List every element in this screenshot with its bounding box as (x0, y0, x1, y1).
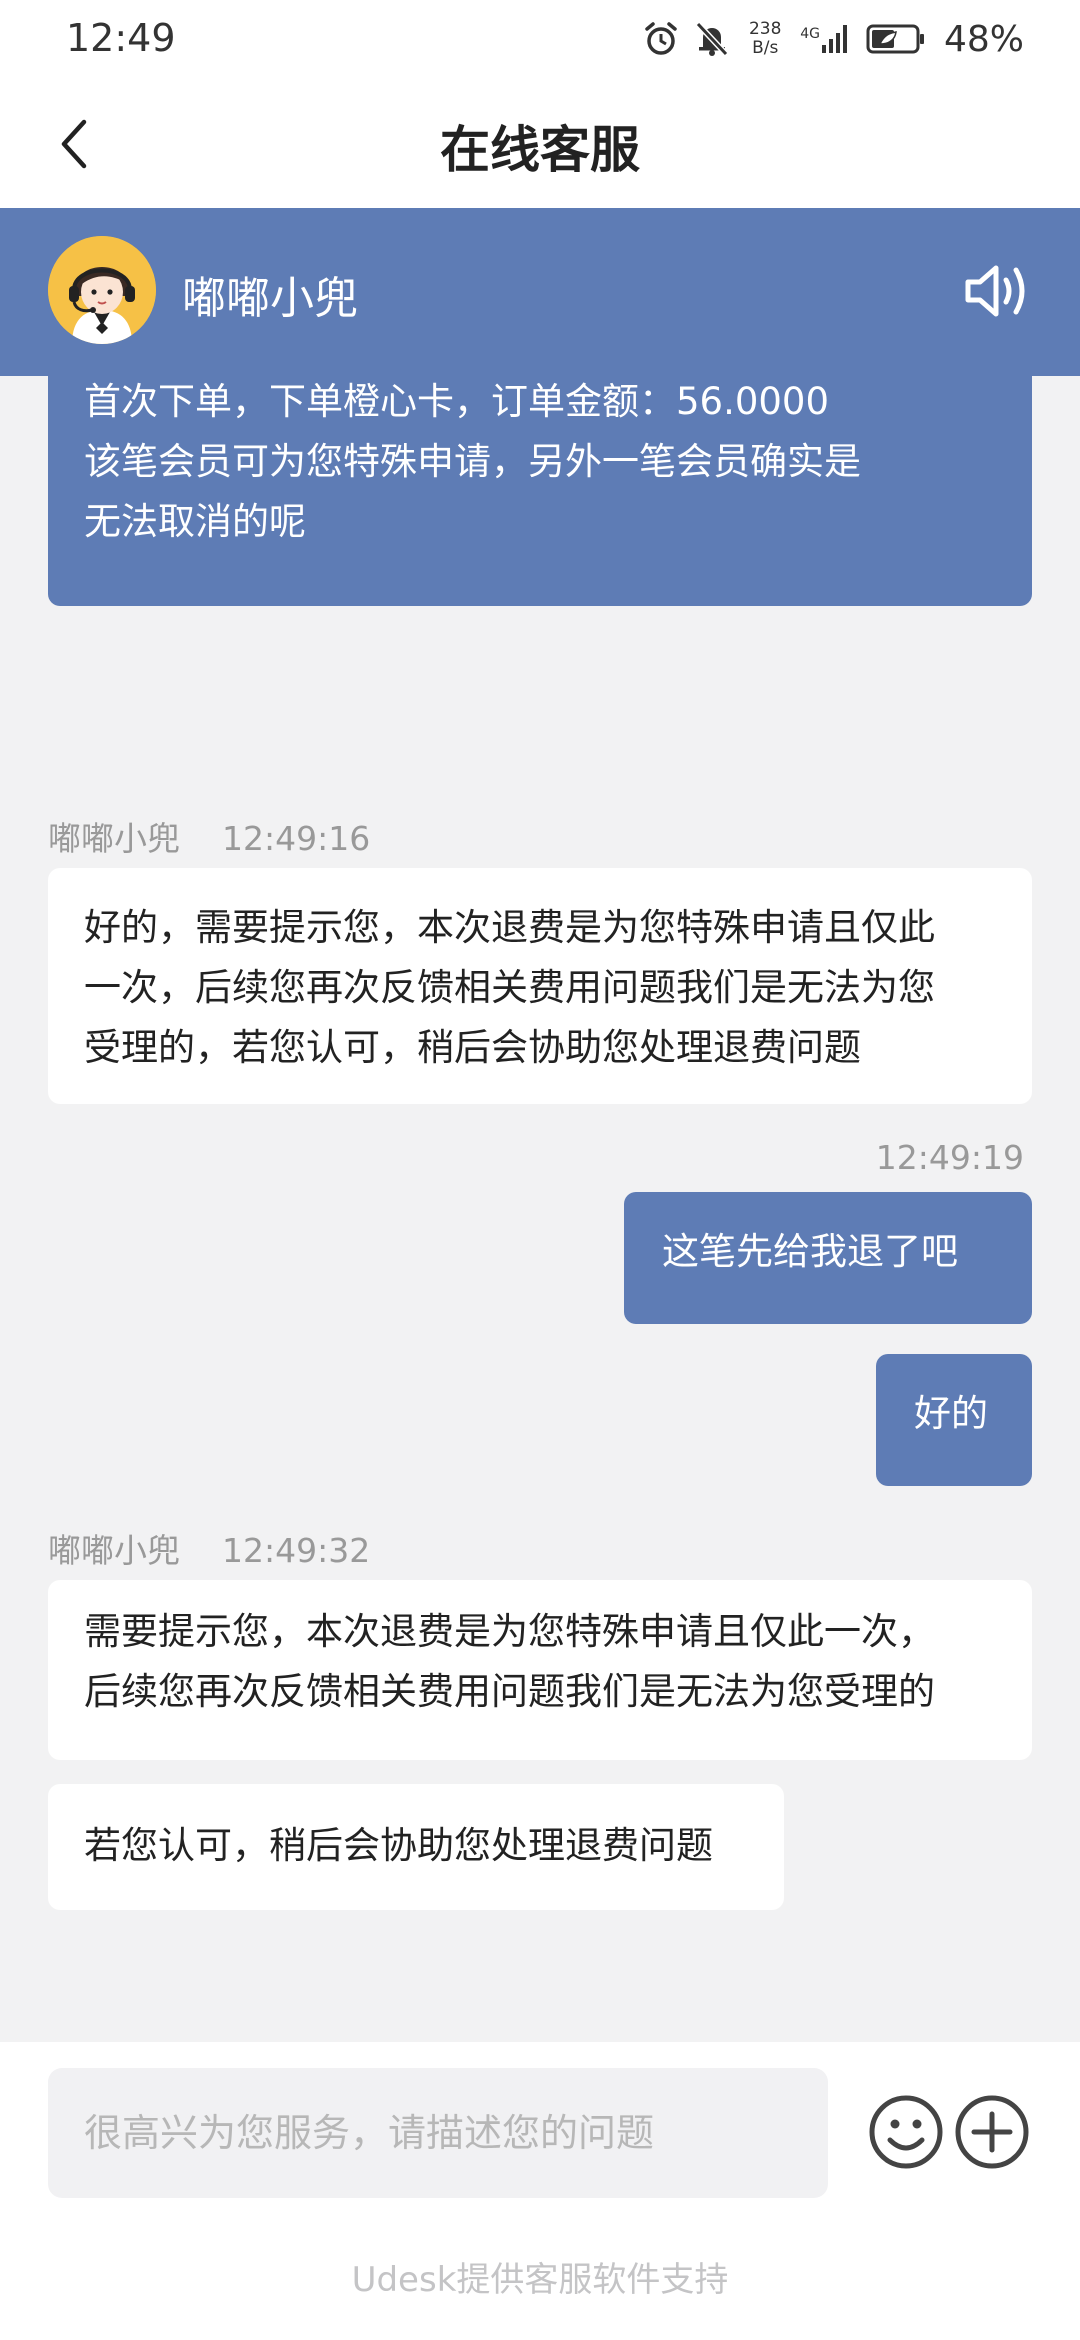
agent-name: 嘟嘟小兜 (182, 273, 358, 324)
agent-message-bubble: 首次下单，下单橙心卡，订单金额：56.0000 该笔会员可为您特殊申请，另外一笔… (48, 376, 1032, 606)
message-line: 首次下单，下单橙心卡，订单金额：56.0000 (84, 380, 830, 423)
message-line: 好的，需要提示您，本次退费是为您特殊申请且仅此 (84, 906, 935, 949)
user-message-bubble: 这笔先给我退了吧 (624, 1192, 1032, 1324)
page-title: 在线客服 (440, 121, 640, 179)
message-meta: 12:49:19 (876, 1138, 1024, 1177)
input-area: Udesk提供客服软件支持 (0, 2042, 1080, 2340)
message-time: 12:49:16 (222, 819, 371, 858)
customer-service-avatar-icon (48, 236, 156, 344)
network-type: 4G (800, 26, 820, 42)
message-text: 这笔先给我退了吧 (662, 1230, 958, 1273)
message-text: 好的 (914, 1392, 988, 1435)
message-meta: 嘟嘟小兜 12:49:16 (48, 812, 370, 860)
powered-by-text: Udesk提供客服软件支持 (351, 2260, 729, 2300)
agent-message-bubble: 需要提示您，本次退费是为您特殊申请且仅此一次， 后续您再次反馈相关费用问题我们是… (48, 1580, 1032, 1760)
message-line: 无法取消的呢 (84, 500, 306, 543)
signal-icon (821, 25, 847, 53)
message-line: 该笔会员可为您特殊申请，另外一笔会员确实是 (84, 440, 861, 483)
nav-bar: 在线客服 (0, 80, 1080, 208)
status-time: 12:49 (66, 16, 176, 60)
status-bar: 12:49 238 B/s 4G 48% (0, 0, 1080, 80)
battery-percent: 48% (943, 18, 1024, 60)
network-speed-unit: B/s (752, 38, 779, 58)
emoji-icon[interactable] (868, 2094, 944, 2170)
network-speed: 238 B/s (744, 20, 786, 58)
network-speed-value: 238 (748, 19, 782, 39)
message-text: 若您认可，稍后会协助您处理退费问题 (84, 1824, 713, 1867)
agent-message-bubble: 好的，需要提示您，本次退费是为您特殊申请且仅此 一次，后续您再次反馈相关费用问题… (48, 868, 1032, 1104)
agent-message-bubble: 若您认可，稍后会协助您处理退费问题 (48, 1784, 784, 1910)
message-line: 一次，后续您再次反馈相关费用问题我们是无法为您 (84, 966, 935, 1009)
agent-header: 嘟嘟小兜 (0, 208, 1080, 376)
mute-bell-icon (696, 21, 729, 57)
message-line: 需要提示您，本次退费是为您特殊申请且仅此一次， (84, 1610, 935, 1653)
message-meta: 嘟嘟小兜 12:49:32 (48, 1524, 370, 1572)
status-icons: 238 B/s 4G 48% (642, 14, 1024, 64)
signal-group: 4G (800, 23, 852, 55)
sender-name: 嘟嘟小兜 (48, 819, 180, 858)
message-time: 12:49:19 (875, 1138, 1024, 1177)
chat-messages[interactable]: 首次下单，下单橙心卡，订单金额：56.0000 该笔会员可为您特殊申请，另外一笔… (0, 376, 1080, 2042)
user-message-bubble: 好的 (876, 1354, 1032, 1486)
plus-icon[interactable] (954, 2094, 1030, 2170)
alarm-icon (645, 22, 677, 55)
sender-name: 嘟嘟小兜 (48, 1531, 180, 1570)
battery-icon (866, 24, 924, 54)
message-time: 12:49:32 (222, 1531, 371, 1570)
message-line: 受理的，若您认可，稍后会协助您处理退费问题 (84, 1026, 861, 1069)
speaker-icon[interactable] (962, 260, 1032, 322)
message-line: 后续您再次反馈相关费用问题我们是无法为您受理的 (84, 1670, 935, 1713)
message-input[interactable] (48, 2068, 828, 2198)
